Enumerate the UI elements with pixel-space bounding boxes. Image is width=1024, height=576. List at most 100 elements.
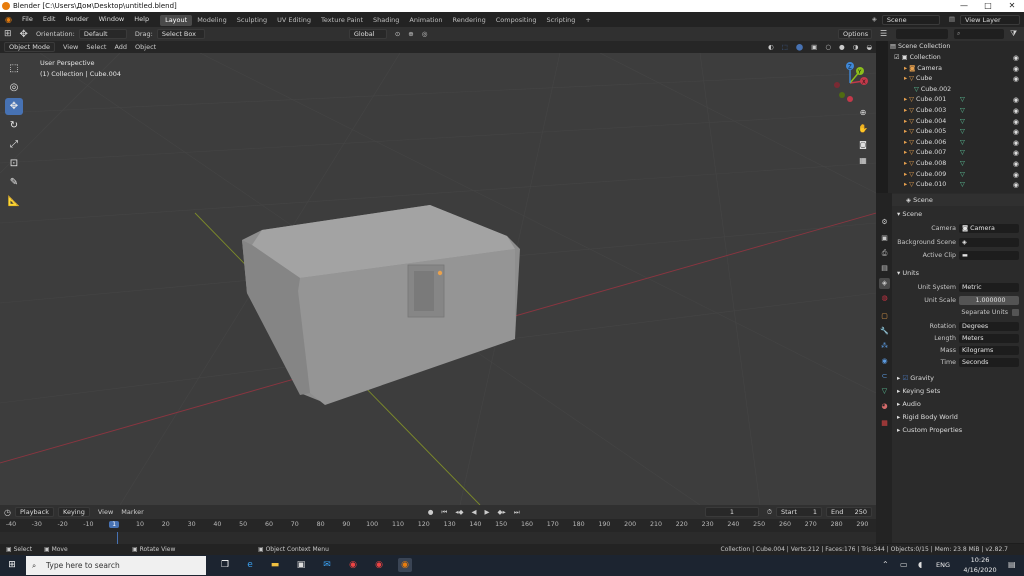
outliner-search[interactable]: ⌕	[954, 29, 1004, 39]
tab-shading[interactable]: Shading	[368, 15, 404, 26]
outliner-item[interactable]: ▸ ▽ Cube.008 ▽ ◉	[888, 159, 1024, 170]
viewport-menu-select[interactable]: Select	[86, 43, 106, 51]
camera-view-icon[interactable]: ◙	[856, 137, 870, 153]
mesh-data-icon[interactable]: ▽	[960, 170, 965, 181]
gizmo-toggle-icon[interactable]: ⬚	[782, 43, 788, 51]
mesh-data-icon[interactable]: ▽	[960, 148, 965, 159]
outliner-item[interactable]: ▸ ▽ Cube ◉	[888, 74, 1024, 85]
unit-system-dropdown[interactable]: Metric	[959, 283, 1019, 292]
chrome-2-icon[interactable]: ◉	[372, 558, 386, 572]
time-dropdown[interactable]: Seconds	[959, 358, 1019, 367]
edge-browser-icon[interactable]: e	[243, 558, 257, 572]
playhead[interactable]	[117, 532, 118, 544]
unit-scale-field[interactable]: 1.000000	[959, 296, 1019, 305]
tab-uv-editing[interactable]: UV Editing	[272, 15, 316, 26]
gravity-section[interactable]: ▸ ☑ Gravity	[892, 372, 1024, 384]
snap-icon[interactable]: ⊕	[408, 30, 413, 38]
orientation-dropdown[interactable]: Default	[78, 29, 127, 39]
preview-range-icon[interactable]: ⏱	[767, 508, 772, 517]
record-icon[interactable]: ●	[428, 508, 434, 516]
shading-material-icon[interactable]: ◑	[853, 43, 859, 51]
outliner-item[interactable]: ▸ ▽ Cube.003 ▽ ◉	[888, 106, 1024, 117]
end-frame-field[interactable]: End 250	[826, 507, 872, 517]
outliner-item[interactable]: ▸ ▽ Cube.010 ▽ ◉	[888, 180, 1024, 191]
visibility-eye-icon[interactable]: ◉	[1013, 138, 1019, 149]
texture-tab-icon[interactable]: ▦	[879, 418, 890, 429]
tool-tab-icon[interactable]: ⚙	[879, 217, 890, 228]
active-clip-field[interactable]: ▬	[959, 251, 1019, 260]
navigation-gizmo[interactable]: X Y Z	[828, 61, 874, 105]
view-layer-selector[interactable]: View Layer	[960, 14, 1020, 25]
shading-rendered-icon[interactable]: ◒	[866, 43, 872, 51]
object-mode-dropdown[interactable]: Object Mode	[4, 42, 55, 52]
outliner-item[interactable]: ▽ Cube.002	[888, 85, 1024, 96]
tab-rendering[interactable]: Rendering	[448, 15, 491, 26]
output-tab-icon[interactable]: ⎙	[879, 248, 890, 259]
length-dropdown[interactable]: Meters	[959, 334, 1019, 343]
play-icon[interactable]: ▶	[485, 508, 490, 516]
outliner-item[interactable]: ▸ ▽ Cube.007 ▽ ◉	[888, 148, 1024, 159]
shading-solid-icon[interactable]: ●	[839, 43, 845, 51]
cube-object[interactable]	[242, 205, 520, 405]
outliner-item[interactable]: ▸ ▽ Cube.006 ▽ ◉	[888, 138, 1024, 149]
camera-field[interactable]: ◙ Camera	[959, 224, 1019, 233]
units-section-header[interactable]: ▾ Units	[892, 267, 1024, 279]
cursor-icon[interactable]: ◎	[5, 79, 23, 96]
timeline-ruler[interactable]: -40 -30 -20 -10 1 10 20 30 40 50 60 70 80 90 100 110 120…	[0, 519, 876, 532]
constraints-tab-icon[interactable]: ⊂	[879, 371, 890, 382]
world-tab-icon[interactable]: ◍	[879, 293, 890, 304]
view-layer-tab-icon[interactable]: ▤	[879, 263, 890, 274]
outliner-item[interactable]: ▸ ▽ Cube.009 ▽ ◉	[888, 170, 1024, 181]
gravity-checkbox-icon[interactable]: ☑	[902, 374, 908, 382]
visibility-eye-icon[interactable]: ◉	[1013, 127, 1019, 138]
pivot-icon[interactable]: ⊙	[395, 30, 400, 38]
tab-compositing[interactable]: Compositing	[491, 15, 542, 26]
3d-viewport[interactable]: User Perspective (1) Collection | Cube.0…	[0, 53, 876, 505]
scene-selector[interactable]: Scene	[881, 14, 940, 25]
separate-units-checkbox[interactable]	[1012, 309, 1019, 316]
tray-chevron-icon[interactable]: ⌃	[882, 560, 889, 569]
visibility-eye-icon[interactable]: ◉	[1013, 106, 1019, 117]
file-explorer-icon[interactable]: ▬	[268, 558, 282, 572]
outliner-item[interactable]: ▸ ◙ Camera ◉	[888, 64, 1024, 75]
options-dropdown[interactable]: Options	[838, 29, 872, 39]
physics-tab-icon[interactable]: ◉	[879, 356, 890, 367]
visibility-eye-icon[interactable]: ◉	[1013, 148, 1019, 159]
zoom-view-icon[interactable]: ⊕	[856, 105, 870, 121]
visibility-eye-icon[interactable]: ◉	[1013, 53, 1019, 64]
input-language[interactable]: ENG	[936, 561, 950, 569]
visibility-icon[interactable]: ◐	[768, 43, 774, 51]
outliner-item[interactable]: ▸ ▽ Cube.004 ▽ ◉	[888, 117, 1024, 128]
proportional-edit-icon[interactable]: ◎	[422, 30, 428, 38]
playback-menu[interactable]: Playback	[14, 507, 54, 517]
ortho-toggle-icon[interactable]: ▦	[856, 153, 870, 169]
outliner-filter-icon[interactable]: ⧩	[1010, 29, 1017, 39]
play-reverse-icon[interactable]: ◀	[472, 508, 477, 516]
render-tab-icon[interactable]: ▣	[879, 233, 890, 244]
blender-menu-icon[interactable]: ◉	[0, 12, 17, 27]
annotate-icon[interactable]: ✎	[5, 174, 23, 191]
windows-start-icon[interactable]: ⊞	[5, 558, 19, 572]
keying-sets-section[interactable]: ▸ Keying Sets	[892, 385, 1024, 397]
tab-sculpting[interactable]: Sculpting	[232, 15, 272, 26]
select-box-icon[interactable]: ⬚	[5, 60, 23, 77]
visibility-eye-icon[interactable]: ◉	[1013, 180, 1019, 191]
volume-icon[interactable]: ◖	[918, 560, 922, 569]
move-icon[interactable]: ✥	[5, 98, 23, 115]
outliner-item[interactable]: ▸ ▽ Cube.001 ▽ ◉	[888, 95, 1024, 106]
background-scene-field[interactable]: ◈	[959, 238, 1019, 247]
timeline-view-menu[interactable]: View	[98, 508, 113, 516]
overlay-toggle-icon[interactable]: ⬤	[796, 43, 803, 51]
mesh-data-icon[interactable]: ▽	[960, 106, 965, 117]
keying-menu[interactable]: Keying	[58, 507, 90, 517]
visibility-eye-icon[interactable]: ◉	[1013, 95, 1019, 106]
visibility-eye-icon[interactable]: ◉	[1013, 74, 1019, 85]
jump-start-icon[interactable]: ⏮	[441, 508, 447, 517]
visibility-eye-icon[interactable]: ◉	[1013, 159, 1019, 170]
scene-tab-icon[interactable]: ◈	[879, 278, 890, 289]
next-keyframe-icon[interactable]: ◆▸	[498, 508, 506, 516]
taskbar-date[interactable]: 4/16/2020	[962, 566, 998, 574]
outliner-editor-icon[interactable]: ☰	[880, 29, 887, 38]
mesh-data-icon[interactable]: ▽	[960, 117, 965, 128]
xray-icon[interactable]: ▣	[811, 43, 817, 51]
